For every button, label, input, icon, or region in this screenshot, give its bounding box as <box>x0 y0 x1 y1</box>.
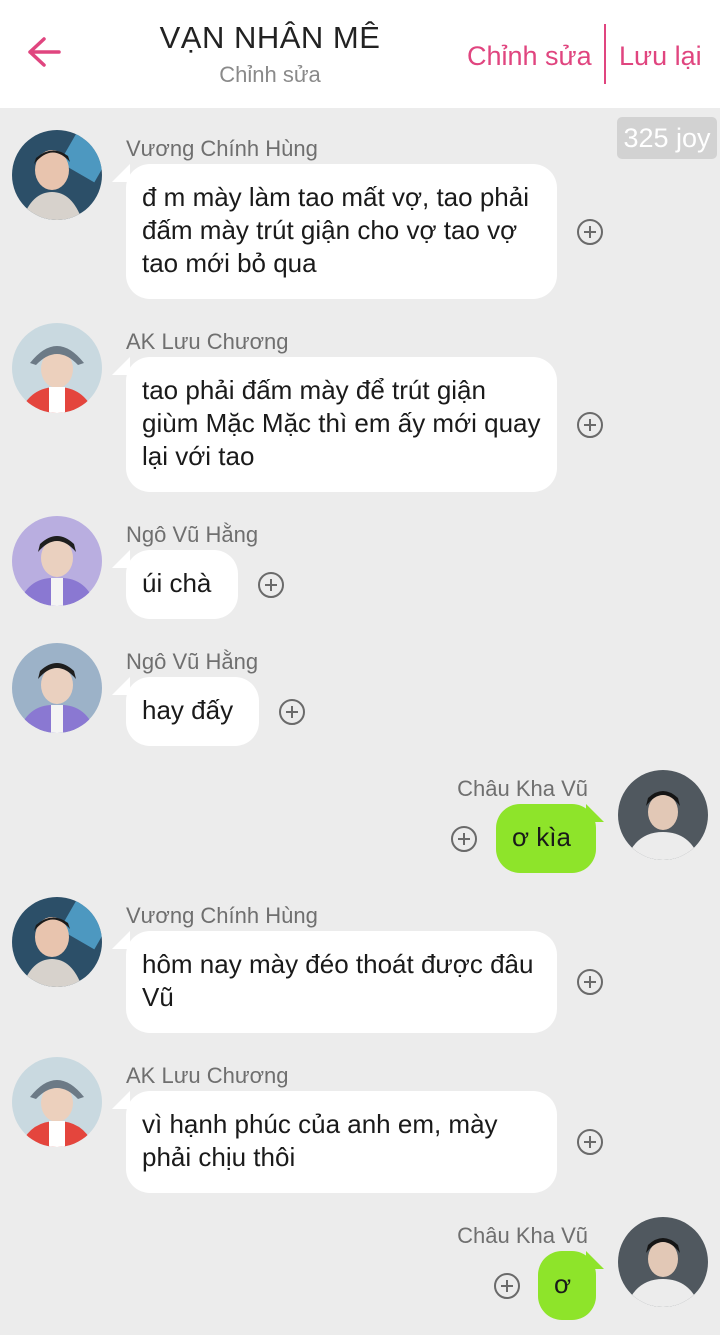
add-reaction-icon[interactable] <box>494 1273 520 1299</box>
message-bubble[interactable]: hay đấy <box>126 677 259 746</box>
message-bubble[interactable]: ơ kìa <box>496 804 596 873</box>
add-reaction-icon[interactable] <box>577 969 603 995</box>
header-divider <box>604 24 606 84</box>
avatar[interactable] <box>12 1057 102 1147</box>
avatar[interactable] <box>12 516 102 606</box>
message-bubble[interactable]: ơ <box>538 1251 596 1320</box>
message-bubble[interactable]: đ m mày làm tao mất vợ, tao phải đấm mày… <box>126 164 557 299</box>
joy-badge: 325 joy <box>617 117 717 159</box>
sender-name: Ngô Vũ Hằng <box>126 649 259 674</box>
conversation-title: VẠN NHÂN MÊ <box>159 20 381 55</box>
add-reaction-icon[interactable] <box>451 826 477 852</box>
sender-name: Châu Kha Vũ <box>457 1223 588 1248</box>
save-button[interactable]: Lưu lại <box>619 36 702 76</box>
avatar[interactable] <box>12 897 102 987</box>
back-button[interactable] <box>22 30 66 74</box>
sender-name: Vương Chính Hùng <box>126 136 318 161</box>
arrow-left-icon <box>28 37 61 67</box>
message-bubble[interactable]: úi chà <box>126 550 238 619</box>
conversation-subtitle: Chỉnh sửa <box>219 62 321 87</box>
sender-name: AK Lưu Chương <box>126 329 289 354</box>
message-bubble[interactable]: vì hạnh phúc của anh em, mày phải chịu t… <box>126 1091 557 1193</box>
add-reaction-icon[interactable] <box>577 219 603 245</box>
edit-button[interactable]: Chỉnh sửa <box>467 36 592 76</box>
add-reaction-icon[interactable] <box>577 1129 603 1155</box>
message-bubble[interactable]: hôm nay mày đéo thoát được đâu Vũ <box>126 931 557 1033</box>
avatar[interactable] <box>618 770 708 860</box>
sender-name: Châu Kha Vũ <box>457 776 588 801</box>
avatar[interactable] <box>12 643 102 733</box>
sender-name: Ngô Vũ Hằng <box>126 522 259 547</box>
avatar[interactable] <box>12 130 102 220</box>
sender-name: Vương Chính Hùng <box>126 903 318 928</box>
title-block: VẠN NHÂN MÊ Chỉnh sửa <box>120 18 420 92</box>
avatar[interactable] <box>618 1217 708 1307</box>
sender-name: AK Lưu Chương <box>126 1063 289 1088</box>
add-reaction-icon[interactable] <box>258 572 284 598</box>
avatar[interactable] <box>12 323 102 413</box>
add-reaction-icon[interactable] <box>279 699 305 725</box>
add-reaction-icon[interactable] <box>577 412 603 438</box>
message-bubble[interactable]: tao phải đấm mày để trút giận giùm Mặc M… <box>126 357 557 492</box>
app-header: VẠN NHÂN MÊ Chỉnh sửa Chỉnh sửa Lưu lại <box>0 0 720 108</box>
